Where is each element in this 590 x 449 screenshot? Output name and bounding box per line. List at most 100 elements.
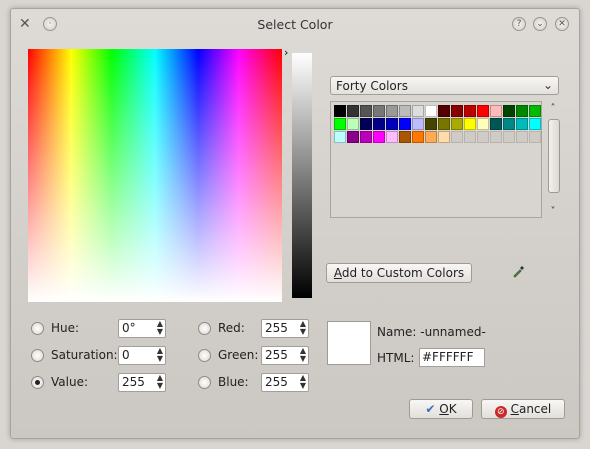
empty-swatch[interactable] — [464, 131, 476, 143]
palette-dropdown[interactable]: Forty Colors ⌄ — [330, 76, 559, 95]
color-swatch[interactable] — [360, 118, 372, 130]
color-swatch[interactable] — [386, 131, 398, 143]
hue-saturation-spectrum[interactable] — [28, 49, 282, 302]
color-swatch[interactable] — [451, 118, 463, 130]
value-pointer-icon[interactable]: › — [284, 46, 288, 59]
empty-swatch[interactable] — [451, 131, 463, 143]
color-swatch[interactable] — [464, 105, 476, 117]
color-swatch[interactable] — [412, 105, 424, 117]
spin-arrows-icon[interactable]: ▲ ▼ — [300, 374, 306, 390]
add-custom-mnemonic: A — [333, 266, 342, 280]
color-swatch[interactable] — [477, 118, 489, 130]
color-swatch[interactable] — [529, 105, 541, 117]
color-swatch[interactable] — [490, 105, 502, 117]
color-swatch[interactable] — [425, 131, 437, 143]
scroll-down-icon[interactable]: ˅ — [546, 206, 560, 217]
color-swatch[interactable] — [399, 105, 411, 117]
empty-swatch[interactable] — [529, 131, 541, 143]
green-label: Green: — [218, 348, 259, 362]
color-swatch[interactable] — [373, 131, 385, 143]
empty-swatch[interactable] — [503, 131, 515, 143]
color-swatch[interactable] — [412, 118, 424, 130]
empty-swatch[interactable] — [477, 131, 489, 143]
color-swatch[interactable] — [373, 105, 385, 117]
color-swatch[interactable] — [360, 131, 372, 143]
color-swatch[interactable] — [529, 118, 541, 130]
color-swatch[interactable] — [373, 118, 385, 130]
color-swatch[interactable] — [438, 118, 450, 130]
value-radio[interactable] — [31, 376, 44, 389]
red-spinbox[interactable]: 255 ▲ ▼ — [261, 319, 309, 338]
color-name: Name: -unnamed- — [377, 325, 486, 339]
color-swatch[interactable] — [516, 105, 528, 117]
color-swatch[interactable] — [490, 118, 502, 130]
empty-swatch[interactable] — [490, 131, 502, 143]
scroll-up-icon[interactable]: ˄ — [546, 103, 560, 114]
color-swatch[interactable] — [334, 105, 346, 117]
swatch-scrollbar[interactable]: ˄ ˅ — [546, 103, 560, 217]
value-slider[interactable] — [292, 53, 312, 298]
red-radio[interactable] — [198, 322, 211, 335]
color-swatch[interactable] — [399, 131, 411, 143]
color-swatch[interactable] — [425, 118, 437, 130]
hue-value: 0° — [122, 321, 136, 335]
color-swatch[interactable] — [464, 118, 476, 130]
color-swatch[interactable] — [412, 131, 424, 143]
color-swatch[interactable] — [386, 118, 398, 130]
html-input[interactable]: #FFFFFF — [419, 348, 485, 367]
spin-arrows-icon[interactable]: ▲ ▼ — [300, 347, 306, 363]
value-spinbox[interactable]: 255 ▲ ▼ — [118, 373, 166, 392]
saturation-radio[interactable] — [31, 349, 44, 362]
hue-label: Hue: — [51, 321, 80, 335]
cancel-label: ancel — [518, 402, 552, 416]
close-button[interactable]: ✕ — [555, 17, 569, 31]
color-swatch[interactable] — [334, 131, 346, 143]
ok-mnemonic: O — [439, 402, 449, 416]
color-swatch[interactable] — [425, 105, 437, 117]
saturation-value: 0 — [122, 348, 130, 362]
blue-radio[interactable] — [198, 376, 211, 389]
color-swatch[interactable] — [399, 118, 411, 130]
palette-dropdown-value: Forty Colors — [336, 79, 408, 93]
spin-arrows-icon[interactable]: ▲ ▼ — [157, 374, 163, 390]
color-swatch[interactable] — [516, 118, 528, 130]
cancel-mnemonic: C — [510, 402, 519, 416]
color-swatch[interactable] — [438, 131, 450, 143]
color-swatch[interactable] — [438, 105, 450, 117]
add-to-custom-colors-button[interactable]: Add to Custom Colors — [326, 263, 472, 283]
red-label: Red: — [218, 321, 245, 335]
minimize-button[interactable]: ⌄ — [533, 17, 547, 31]
color-swatch[interactable] — [347, 131, 359, 143]
color-swatch[interactable] — [503, 105, 515, 117]
green-value: 255 — [265, 348, 288, 362]
help-button[interactable]: ? — [512, 17, 526, 31]
spin-arrows-icon[interactable]: ▲ ▼ — [157, 347, 163, 363]
chevron-down-icon: ⌄ — [542, 78, 553, 92]
hue-radio[interactable] — [31, 322, 44, 335]
color-swatch[interactable] — [347, 105, 359, 117]
color-swatch[interactable] — [347, 118, 359, 130]
color-swatch[interactable] — [360, 105, 372, 117]
saturation-spinbox[interactable]: 0 ▲ ▼ — [118, 346, 166, 365]
blue-spinbox[interactable]: 255 ▲ ▼ — [261, 373, 309, 392]
color-swatch[interactable] — [503, 118, 515, 130]
chevron-down-icon: ⌄ — [536, 19, 544, 29]
empty-swatch[interactable] — [516, 131, 528, 143]
close-icon: ✕ — [558, 19, 566, 29]
title-bar[interactable]: ✕ · Select Color ? ⌄ ✕ — [11, 9, 579, 39]
ok-button[interactable]: ✔ OK — [409, 399, 473, 419]
color-swatch[interactable] — [386, 105, 398, 117]
color-swatch[interactable] — [334, 118, 346, 130]
color-swatch[interactable] — [451, 105, 463, 117]
spin-arrows-icon[interactable]: ▲ ▼ — [157, 320, 163, 336]
blue-label: Blue: — [218, 375, 249, 389]
spin-arrows-icon[interactable]: ▲ ▼ — [300, 320, 306, 336]
color-swatch[interactable] — [477, 105, 489, 117]
green-radio[interactable] — [198, 349, 211, 362]
cancel-button[interactable]: ⊘ Cancel — [481, 399, 565, 419]
eyedropper-icon[interactable] — [511, 263, 527, 279]
green-spinbox[interactable]: 255 ▲ ▼ — [261, 346, 309, 365]
hue-spinbox[interactable]: 0° ▲ ▼ — [118, 319, 166, 338]
select-color-dialog: ✕ · Select Color ? ⌄ ✕ › Forty Colors ⌄ … — [10, 8, 580, 439]
scroll-thumb[interactable] — [548, 119, 560, 193]
